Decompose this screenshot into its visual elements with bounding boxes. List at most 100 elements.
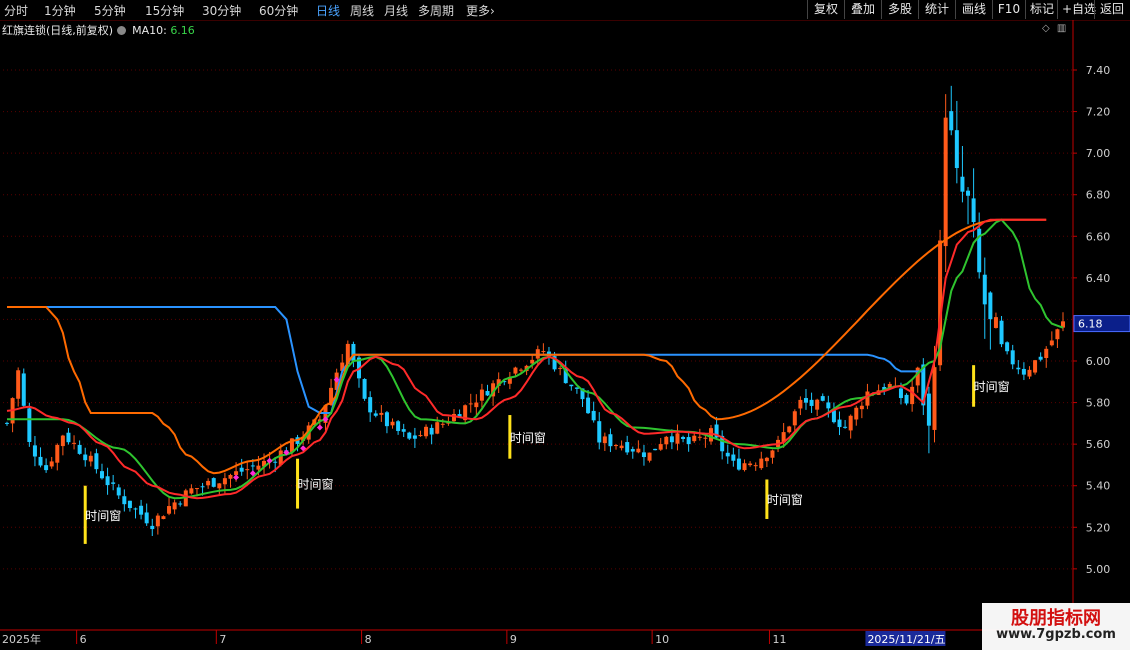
x-tick-label: 6 bbox=[80, 633, 87, 646]
candle-body bbox=[167, 506, 172, 514]
period-tab-5min[interactable]: 5分钟 bbox=[94, 2, 126, 19]
candle-body bbox=[16, 370, 21, 399]
time-window-label: 时间窗 bbox=[298, 478, 334, 492]
candle-body bbox=[27, 408, 32, 442]
candle-body bbox=[150, 525, 155, 530]
draw-line-button[interactable]: 画线 bbox=[955, 0, 992, 19]
multi-stock-button[interactable]: 多股 bbox=[881, 0, 918, 19]
mark-button[interactable]: 标记 bbox=[1025, 0, 1057, 19]
statistics-button[interactable]: 统计 bbox=[918, 0, 955, 19]
watermark-url: www.7gpzb.com bbox=[996, 627, 1116, 642]
candle-body bbox=[32, 445, 37, 457]
candle-body bbox=[954, 130, 959, 169]
y-tick-label: 6.40 bbox=[1086, 272, 1111, 285]
candle-body bbox=[194, 488, 199, 490]
candle-body bbox=[619, 445, 624, 449]
candle-body bbox=[653, 448, 658, 451]
candle-body bbox=[379, 412, 384, 415]
candle-body bbox=[915, 367, 920, 386]
period-tab-30min[interactable]: 30分钟 bbox=[202, 2, 241, 19]
candle-body bbox=[725, 452, 730, 457]
candle-body bbox=[731, 454, 736, 461]
candle-body bbox=[189, 488, 194, 494]
signal-dot bbox=[233, 474, 240, 481]
period-tab-monthly[interactable]: 月线 bbox=[384, 2, 408, 19]
candle-body bbox=[675, 433, 680, 444]
candle-body bbox=[60, 435, 65, 447]
candle-body bbox=[636, 448, 641, 453]
candle-body bbox=[172, 502, 177, 510]
x-tick-label: 11 bbox=[772, 633, 786, 646]
cursor-date-label: 2025/11/21/五 bbox=[867, 633, 945, 646]
candle-body bbox=[1021, 368, 1026, 375]
current-price-value: 6.18 bbox=[1078, 318, 1103, 331]
candle-body bbox=[222, 478, 227, 485]
fuquan-button[interactable]: 复权 bbox=[807, 0, 844, 19]
candle-body bbox=[597, 421, 602, 443]
top-toolbar: 分时 1分钟 5分钟 15分钟 30分钟 60分钟 日线 周线 月线 多周期 更… bbox=[0, 0, 1130, 21]
candle-body bbox=[669, 436, 674, 443]
candle-body bbox=[982, 274, 987, 305]
candle-body bbox=[72, 442, 77, 444]
candle-body bbox=[38, 456, 43, 466]
x-tick-label: 2025年 bbox=[2, 632, 41, 646]
candle-body bbox=[586, 397, 591, 414]
candle-body bbox=[66, 432, 71, 443]
more-label: 更多 bbox=[466, 4, 491, 18]
candle-body bbox=[848, 415, 853, 431]
candle-body bbox=[865, 391, 870, 406]
candle-body bbox=[569, 384, 574, 387]
candle-body bbox=[217, 483, 222, 489]
candle-body bbox=[910, 386, 915, 405]
y-tick-label: 5.00 bbox=[1086, 563, 1111, 576]
candle-body bbox=[692, 435, 697, 442]
candle-body bbox=[854, 407, 859, 420]
watermark: 股朋指标网 www.7gpzb.com bbox=[982, 603, 1130, 650]
candle-body bbox=[440, 423, 445, 425]
candle-body bbox=[770, 450, 775, 458]
candle-body bbox=[809, 399, 814, 406]
candle-body bbox=[55, 444, 60, 463]
candle-body bbox=[1016, 367, 1021, 370]
candle-body bbox=[479, 389, 484, 401]
candle-body bbox=[541, 351, 546, 353]
period-tab-60min[interactable]: 60分钟 bbox=[259, 2, 298, 19]
period-tab-multi[interactable]: 多周期 bbox=[418, 2, 454, 19]
candle-body bbox=[83, 454, 88, 461]
time-window-label: 时间窗 bbox=[510, 431, 546, 445]
candle-body bbox=[239, 467, 244, 472]
time-window-label: 时间窗 bbox=[974, 380, 1010, 394]
candle-body bbox=[513, 367, 518, 374]
f10-button[interactable]: F10 bbox=[992, 0, 1025, 19]
candle-body bbox=[21, 373, 26, 406]
period-tab-fenshi[interactable]: 分时 bbox=[4, 2, 28, 19]
candle-body bbox=[859, 405, 864, 410]
candle-body bbox=[200, 486, 205, 488]
back-button[interactable]: 返回 bbox=[1094, 0, 1129, 19]
overlay-button[interactable]: 叠加 bbox=[844, 0, 881, 19]
add-watchlist-button[interactable]: +自选 bbox=[1057, 0, 1096, 19]
candle-body bbox=[798, 399, 803, 409]
candle-body bbox=[971, 198, 976, 223]
candle-body bbox=[831, 410, 836, 423]
candle-body bbox=[133, 508, 138, 510]
y-tick-label: 6.60 bbox=[1086, 230, 1111, 243]
candle-body bbox=[206, 480, 211, 486]
candle-body bbox=[703, 437, 708, 439]
candle-body bbox=[139, 505, 144, 515]
candle-body bbox=[898, 388, 903, 399]
upper-band-line bbox=[7, 306, 924, 414]
chevron-right-icon: › bbox=[490, 4, 495, 18]
period-tab-more[interactable]: 更多› bbox=[466, 2, 495, 19]
kline-chart[interactable]: 5.005.205.405.605.806.006.206.406.606.80… bbox=[0, 20, 1130, 650]
period-tab-1min[interactable]: 1分钟 bbox=[44, 2, 76, 19]
candle-body bbox=[435, 422, 440, 434]
candle-body bbox=[815, 399, 820, 410]
period-tab-15min[interactable]: 15分钟 bbox=[145, 2, 184, 19]
candle-body bbox=[111, 482, 116, 484]
period-tab-daily[interactable]: 日线 bbox=[316, 2, 340, 19]
x-tick-label: 10 bbox=[655, 633, 669, 646]
period-tab-weekly[interactable]: 周线 bbox=[350, 2, 374, 19]
candle-body bbox=[614, 445, 619, 447]
candle-body bbox=[926, 393, 931, 426]
